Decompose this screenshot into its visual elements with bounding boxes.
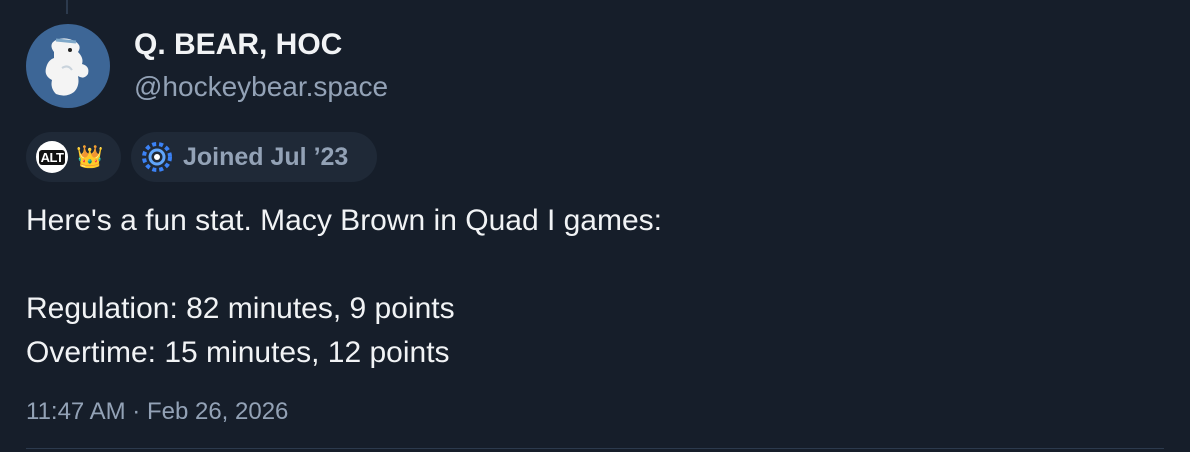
polar-bear-icon — [45, 38, 89, 96]
divider — [26, 448, 1164, 449]
display-name[interactable]: Q. BEAR, HOC — [134, 28, 342, 62]
alt-label-text: ALT — [38, 149, 66, 165]
post-line: Regulation: 82 minutes, 9 points — [26, 292, 455, 325]
thread-line — [66, 0, 68, 14]
post-line — [26, 243, 662, 287]
joined-date: Joined Jul ’23 — [183, 142, 349, 171]
crown-icon: 👑 — [76, 144, 104, 169]
post-line: Here's a fun stat. Macy Brown in Quad I … — [26, 204, 663, 237]
alt-label-icon: ALT — [36, 141, 68, 173]
labels-badge[interactable]: ALT 👑 — [26, 132, 121, 182]
joined-badge[interactable]: Joined Jul ’23 — [131, 132, 377, 182]
join-icon — [142, 142, 172, 172]
post-text: Here's a fun stat. Macy Brown in Quad I … — [26, 199, 662, 375]
avatar[interactable] — [26, 24, 110, 108]
timestamp[interactable]: 11:47 AM · Feb 26, 2026 — [26, 398, 288, 426]
post-line: Overtime: 15 minutes, 12 points — [26, 336, 450, 369]
handle[interactable]: @hockeybear.space — [134, 71, 388, 103]
